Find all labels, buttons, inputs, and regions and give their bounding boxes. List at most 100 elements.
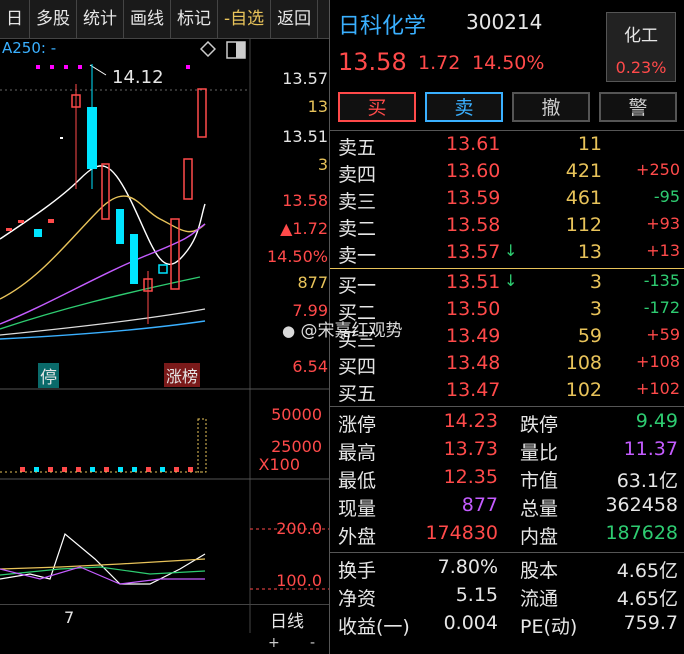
volume-axis-2: 25000 xyxy=(271,437,322,456)
toolbar-mark-button[interactable]: 标记 xyxy=(171,0,218,38)
stat-value: 11.37 xyxy=(623,438,678,460)
ask-price: 13.60 xyxy=(446,160,501,182)
stats-row: 现量 877 总量 362458 xyxy=(338,494,680,522)
stats-row: 最高 13.73 量比 11.37 xyxy=(338,438,680,466)
stat-value: 877 xyxy=(461,494,498,516)
axis-label-10: 6.54 xyxy=(292,357,328,376)
stat-label: 涨停 xyxy=(338,414,377,436)
toolbar-day-button[interactable]: 日 xyxy=(0,0,30,38)
stat-value: 362458 xyxy=(605,494,678,516)
bid-change: -172 xyxy=(643,298,680,317)
ask-volume: 461 xyxy=(565,187,602,209)
axis-label-2: 13 xyxy=(307,97,328,116)
ask-price: 13.61 xyxy=(446,133,501,155)
sell-button[interactable]: 卖 xyxy=(425,92,503,122)
ask-change: +250 xyxy=(636,160,680,179)
sector-box[interactable]: 化工 0.23% xyxy=(606,12,676,82)
ask-row-2: 卖二 13.58 112 +93 xyxy=(338,214,680,241)
stat-value: 5.15 xyxy=(455,584,498,606)
volume-axis-1: 50000 xyxy=(271,405,322,424)
axis-label-8: 877 xyxy=(297,273,328,292)
high-price-label: 14.12 xyxy=(112,67,164,88)
watermark: ● @宋嘉红观势 xyxy=(282,316,403,341)
bid-label: 买四 xyxy=(338,356,377,378)
bid-price: 13.50 xyxy=(446,298,501,320)
down-arrow-icon: ↓ xyxy=(504,271,518,290)
toolbar-multi-stock-button[interactable]: 多股 xyxy=(30,0,77,38)
ask-label: 卖三 xyxy=(338,191,377,213)
stat-value: 174830 xyxy=(425,522,498,544)
zoom-in-button[interactable]: + xyxy=(268,635,280,651)
buy-button[interactable]: 买 xyxy=(338,92,416,122)
ask-change: +93 xyxy=(646,214,680,233)
stat-label: 最高 xyxy=(338,442,377,464)
toolbar-stats-button[interactable]: 统计 xyxy=(77,0,124,38)
divider xyxy=(330,552,684,553)
stat-label: PE(动) xyxy=(520,616,578,638)
sector-change-pct: 0.23% xyxy=(615,58,667,77)
cancel-order-button[interactable]: 撤 xyxy=(512,92,590,122)
stock-code: 300214 xyxy=(466,10,543,34)
ask-label: 卖二 xyxy=(338,218,377,240)
ask-volume: 421 xyxy=(565,160,602,182)
toolbar-back-button[interactable]: 返回 xyxy=(271,0,319,38)
stat-value: 9.49 xyxy=(635,410,678,432)
alert-button[interactable]: 警 xyxy=(599,92,677,122)
toolbar-watchlist-button[interactable]: -自选 xyxy=(218,0,272,38)
stat-value: 7.80% xyxy=(437,556,498,578)
stats-row: 换手 7.80% 股本 4.65亿 xyxy=(338,556,680,584)
stat-label: 流通 xyxy=(520,588,559,610)
bid-label: 买五 xyxy=(338,383,377,405)
ask-label: 卖五 xyxy=(338,137,377,159)
bid-price: 13.49 xyxy=(446,325,501,347)
divider xyxy=(330,130,684,131)
bid-volume: 102 xyxy=(565,379,602,401)
bid-price: 13.47 xyxy=(446,379,501,401)
ask-row-1: 卖一 13.57 ↓ 13 +13 xyxy=(338,241,680,268)
halt-tag: 停 xyxy=(38,363,59,388)
axis-label-6: ▲1.72 xyxy=(280,219,328,238)
stats-row: 外盘 174830 内盘 187628 xyxy=(338,522,680,550)
stat-value: 63.1亿 xyxy=(616,470,678,492)
ask-change: +13 xyxy=(646,241,680,260)
stat-value: 14.23 xyxy=(443,410,498,432)
stat-value: 12.35 xyxy=(443,466,498,488)
zoom-out-button[interactable]: - xyxy=(310,635,315,651)
bid-label: 买一 xyxy=(338,275,377,297)
axis-label-3: 13.51 xyxy=(282,127,328,146)
stats-row: 净资 5.15 流通 4.65亿 xyxy=(338,584,680,612)
ask-volume: 13 xyxy=(577,241,602,263)
stat-label: 市值 xyxy=(520,470,559,492)
bid-change: -135 xyxy=(643,271,680,290)
stat-label: 净资 xyxy=(338,588,377,610)
stat-value: 4.65亿 xyxy=(616,588,678,610)
candles xyxy=(6,64,207,324)
stat-label: 换手 xyxy=(338,560,377,582)
axis-label-5: 13.58 xyxy=(282,191,328,210)
bid-row-1: 买一 13.51 ↓ 3 -135 xyxy=(338,271,680,298)
stat-label: 收益(一) xyxy=(338,616,410,638)
date-label: 7 xyxy=(64,608,75,627)
axis-label-4: 3 xyxy=(317,155,328,174)
stat-label: 现量 xyxy=(338,498,377,520)
indicator-axis-2: 100.0 xyxy=(276,571,322,590)
bid-price: 13.51 xyxy=(446,271,501,293)
period-daily-button[interactable]: 日线 xyxy=(270,607,304,632)
ask-volume: 112 xyxy=(565,214,602,236)
ask-row-3: 卖三 13.59 461 -95 xyxy=(338,187,680,214)
stats-row: 涨停 14.23 跌停 9.49 xyxy=(338,410,680,438)
axis-label-1: 13.57 xyxy=(282,69,328,88)
stat-label: 内盘 xyxy=(520,526,559,548)
bid-volume: 3 xyxy=(589,298,602,320)
bid-ask-separator xyxy=(330,268,684,269)
stat-value: 187628 xyxy=(605,522,678,544)
volume-unit: X100 xyxy=(258,455,301,474)
chart-bottom-bar: 7 日线 + - xyxy=(0,604,330,651)
limit-list-tag: 涨榜 xyxy=(164,363,201,387)
kline-chart-panel[interactable]: A250: - 14.12 13.57 13 13.51 3 13.58 ▲1.… xyxy=(0,39,330,633)
stat-label: 外盘 xyxy=(338,526,377,548)
toolbar-draw-line-button[interactable]: 画线 xyxy=(124,0,171,38)
stats-row: 收益(一) 0.004 PE(动) 759.7 xyxy=(338,612,680,640)
bid-change: +59 xyxy=(646,325,680,344)
stat-label: 量比 xyxy=(520,442,559,464)
